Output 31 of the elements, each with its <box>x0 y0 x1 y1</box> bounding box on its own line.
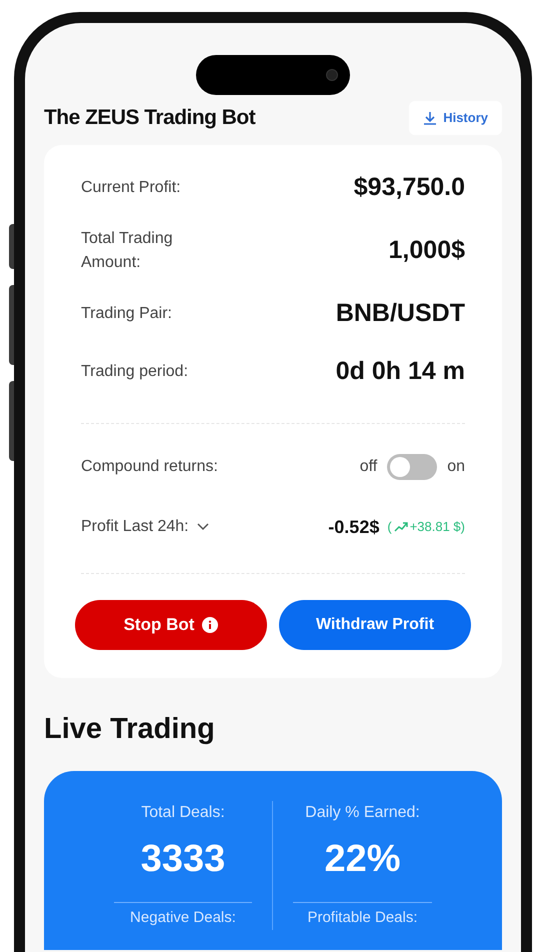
compound-toggle[interactable] <box>387 454 438 480</box>
history-button[interactable]: History <box>409 101 502 134</box>
stat-label: Total Deals: <box>141 803 225 823</box>
off-label: off <box>360 456 378 476</box>
app-title: The ZEUS Trading Bot <box>44 105 256 131</box>
section-title: Live Trading <box>44 712 216 746</box>
info-icon <box>202 616 218 632</box>
summary-value: $93,750.0 <box>354 172 465 203</box>
compound-label: Compound returns: <box>81 456 218 476</box>
stop-bot-button[interactable]: Stop Bot <box>75 600 267 650</box>
trend-up-icon <box>394 522 408 532</box>
summary-label: Trading period: <box>81 362 190 382</box>
on-label: on <box>447 456 465 476</box>
profit-value: -0.52$ <box>328 516 380 538</box>
stat-label: Negative Deals: <box>130 908 236 928</box>
download-icon <box>423 110 438 125</box>
stat-value: 3333 <box>140 837 226 882</box>
summary-label: Trading Pair: <box>81 304 173 324</box>
stat-label: Profitable Deals: <box>307 908 418 928</box>
summary-value: 1,000$ <box>388 234 465 266</box>
summary-value: BNB/USDT <box>336 298 465 329</box>
camera-lens-icon <box>326 69 338 81</box>
summary-label: Total Trading Amount: <box>81 228 174 272</box>
summary-value: 0d 0h 14 m <box>336 356 465 387</box>
summary-label: Current Profit: <box>81 178 182 198</box>
profit-period-dropdown[interactable]: Profit Last 24h: <box>81 515 209 539</box>
stat-value: 22% <box>324 837 401 882</box>
profit-change: ( +38.81 $) <box>387 518 465 536</box>
stat-label: Daily % Earned: <box>305 803 420 823</box>
withdraw-profit-button[interactable]: Withdraw Profit <box>279 600 471 650</box>
chevron-down-icon <box>196 523 209 531</box>
